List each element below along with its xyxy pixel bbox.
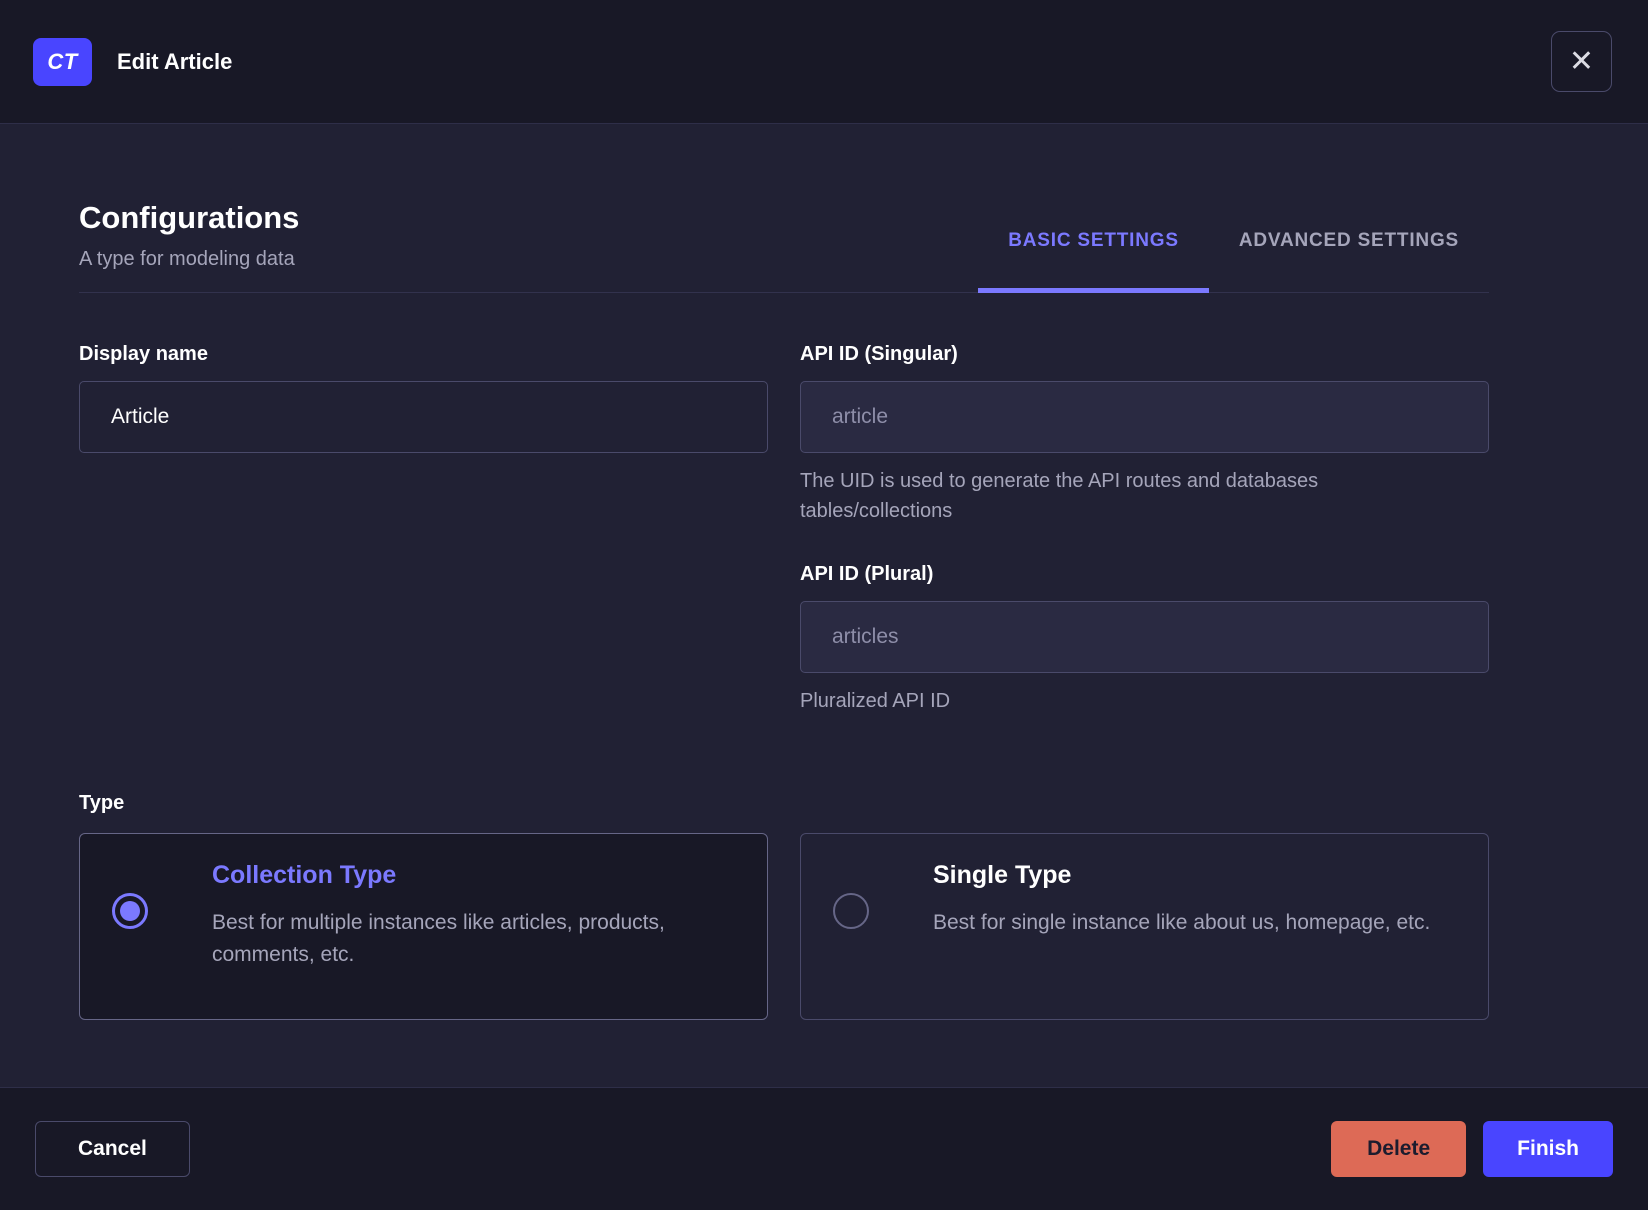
page-subtitle: A type for modeling data xyxy=(79,248,295,270)
form-grid: Display name API ID (Singular) The UID i… xyxy=(79,343,1489,716)
modal-title: Edit Article xyxy=(117,48,233,74)
edit-article-modal: CT Edit Article ✕ Configurations A type … xyxy=(0,0,1648,1210)
display-name-label: Display name xyxy=(79,343,208,365)
title-row: Configurations A type for modeling data … xyxy=(79,200,1489,293)
display-name-group: Display name xyxy=(79,343,768,716)
title-block: Configurations A type for modeling data xyxy=(79,200,299,292)
content-type-badge: CT xyxy=(33,37,92,86)
collection-type-text: Collection Type Best for multiple instan… xyxy=(180,861,737,1019)
radio-single-type-unchecked[interactable] xyxy=(833,893,869,929)
type-section: Type Collection Type Best for multiple i… xyxy=(79,792,1489,1020)
single-type-text: Single Type Best for single instance lik… xyxy=(901,861,1430,1019)
type-label: Type xyxy=(79,792,125,814)
finish-button[interactable]: Finish xyxy=(1483,1121,1613,1177)
api-id-singular-label: API ID (Singular) xyxy=(800,343,958,365)
radio-collection-type-checked[interactable] xyxy=(112,893,148,929)
type-option-collection[interactable]: Collection Type Best for multiple instan… xyxy=(79,833,768,1020)
api-id-singular-input[interactable] xyxy=(800,381,1489,453)
collection-type-title: Collection Type xyxy=(212,861,397,889)
api-id-plural-hint: Pluralized API ID xyxy=(800,690,951,712)
content-type-badge-label: CT xyxy=(47,48,78,74)
close-button[interactable]: ✕ xyxy=(1551,31,1612,92)
tab-advanced-settings[interactable]: ADVANCED SETTINGS xyxy=(1209,230,1489,292)
settings-tabs: BASIC SETTINGS ADVANCED SETTINGS xyxy=(978,230,1489,293)
api-id-plural-group: API ID (Plural) Pluralized API ID xyxy=(800,563,1489,716)
single-type-title: Single Type xyxy=(933,861,1072,889)
cancel-button[interactable]: Cancel xyxy=(35,1121,190,1177)
modal-body: Configurations A type for modeling data … xyxy=(0,124,1648,1087)
display-name-input[interactable] xyxy=(79,381,768,453)
api-id-plural-input[interactable] xyxy=(800,601,1489,673)
close-icon: ✕ xyxy=(1568,44,1595,78)
modal-footer: Cancel Delete Finish xyxy=(0,1087,1648,1210)
api-id-plural-label: API ID (Plural) xyxy=(800,563,934,585)
delete-button[interactable]: Delete xyxy=(1331,1121,1467,1177)
type-cards: Collection Type Best for multiple instan… xyxy=(79,833,1489,1020)
api-id-singular-hint: The UID is used to generate the API rout… xyxy=(800,470,1319,522)
tab-basic-settings[interactable]: BASIC SETTINGS xyxy=(978,230,1209,293)
api-id-column: API ID (Singular) The UID is used to gen… xyxy=(800,343,1489,716)
api-id-singular-group: API ID (Singular) The UID is used to gen… xyxy=(800,343,1489,526)
type-option-single[interactable]: Single Type Best for single instance lik… xyxy=(800,833,1489,1020)
modal-header: CT Edit Article ✕ xyxy=(0,0,1648,124)
page-title: Configurations xyxy=(79,200,300,235)
collection-type-description: Best for multiple instances like article… xyxy=(212,911,665,966)
single-type-description: Best for single instance like about us, … xyxy=(933,911,1431,934)
